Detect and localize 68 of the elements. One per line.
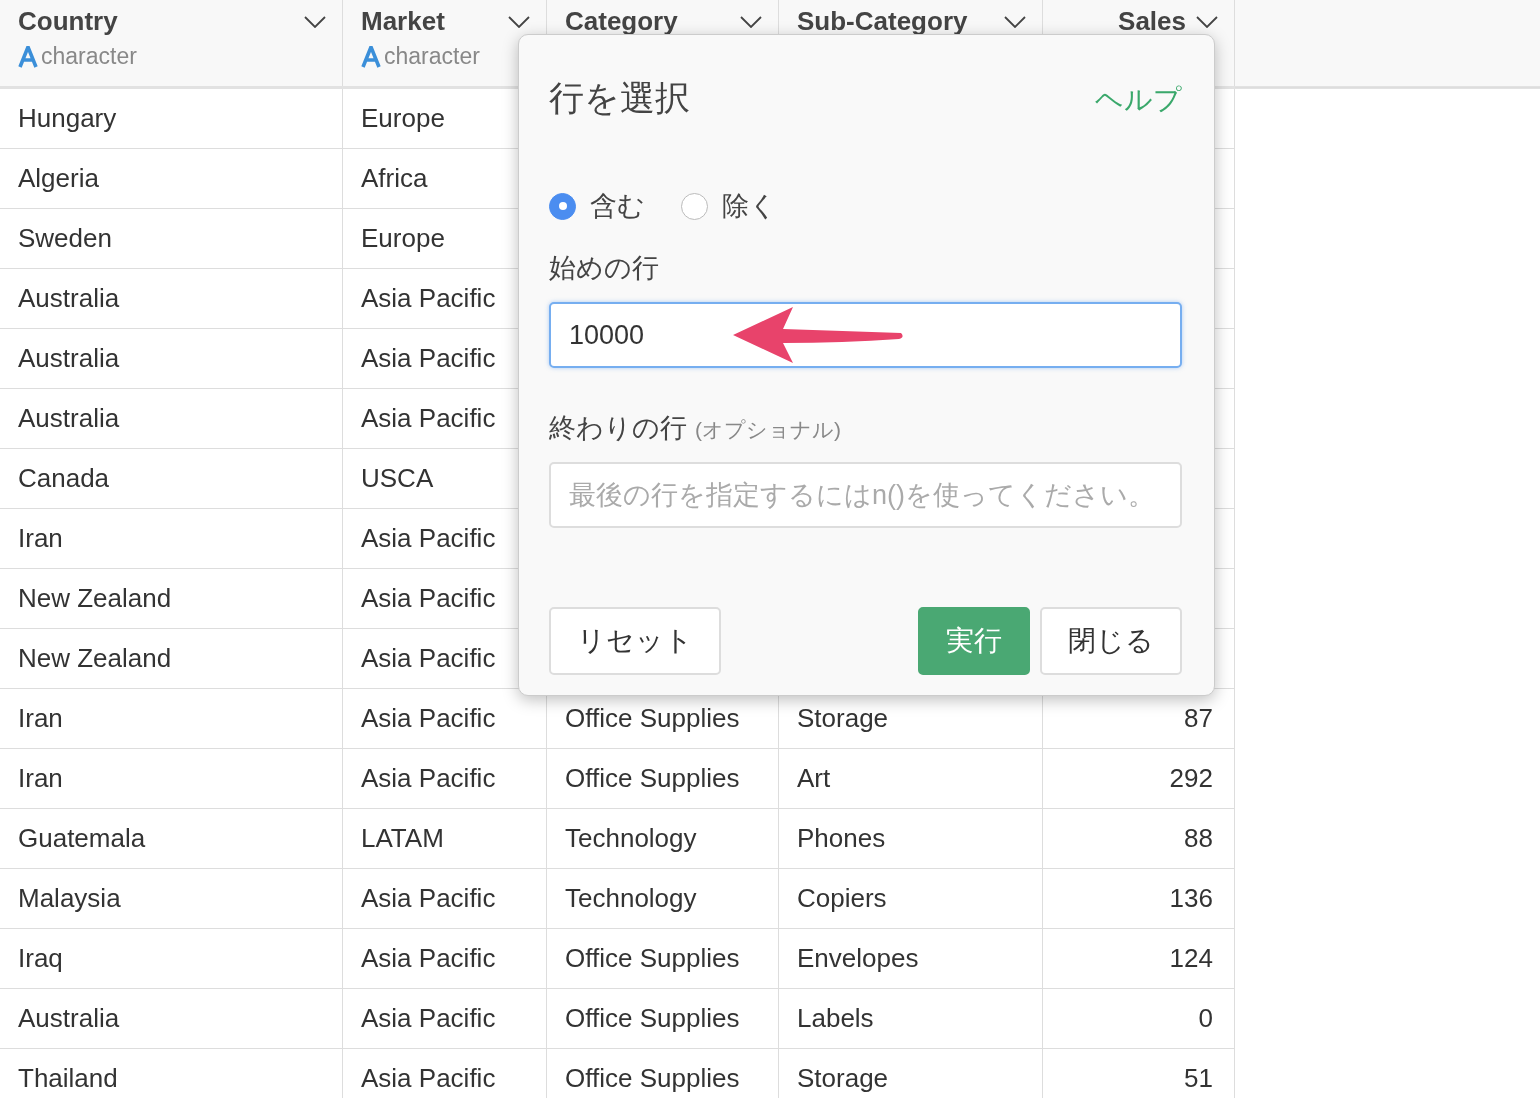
field-label: 始めの行 [549, 252, 659, 285]
table-cell: Technology [547, 869, 779, 929]
table-cell: Phones [779, 809, 1043, 869]
dialog-button[interactable]: 閉じる [1040, 607, 1182, 675]
letter-type-icon [18, 45, 38, 68]
table-cell: Canada [0, 449, 343, 509]
radio-button[interactable] [549, 192, 576, 220]
table-cell: Australia [0, 989, 343, 1049]
table-cell: Asia Pacific [343, 989, 547, 1049]
table-cell: Office Supplies [547, 929, 779, 989]
table-cell: 51 [1043, 1049, 1235, 1098]
table-cell: 292 [1043, 749, 1235, 809]
chevron-down-icon[interactable] [1196, 15, 1218, 28]
chevron-down-icon[interactable] [508, 15, 530, 28]
table-cell: 88 [1043, 809, 1235, 869]
radio-label[interactable]: 除く [722, 188, 777, 224]
table-cell: Thailand [0, 1049, 343, 1098]
column-name: Sales [1118, 6, 1186, 37]
chevron-down-icon[interactable] [304, 15, 326, 28]
table-cell: Iran [0, 509, 343, 569]
table-cell: Malaysia [0, 869, 343, 929]
optional-note: (オプショナル) [695, 417, 841, 443]
table-cell: Australia [0, 329, 343, 389]
table-cell: Storage [779, 1049, 1043, 1098]
table-cell: 0 [1043, 989, 1235, 1049]
table-cell: Iran [0, 689, 343, 749]
table-cell: LATAM [343, 809, 547, 869]
table-cell: Asia Pacific [343, 1049, 547, 1098]
table-cell: Australia [0, 389, 343, 449]
table-cell: Asia Pacific [343, 749, 547, 809]
table-cell: Sweden [0, 209, 343, 269]
end-row-field[interactable]: 最後の行を指定するにはn()を使ってください。 [549, 462, 1182, 528]
table-cell: Australia [0, 269, 343, 329]
table-cell: Iraq [0, 929, 343, 989]
table-cell: Technology [547, 809, 779, 869]
dialog-title: 行を選択 [549, 77, 690, 119]
table-cell: Office Supplies [547, 989, 779, 1049]
table-cell: Hungary [0, 89, 343, 149]
table-cell: Labels [779, 989, 1043, 1049]
column-name: Sub-Category [797, 6, 968, 37]
table-cell: 124 [1043, 929, 1235, 989]
chevron-down-icon[interactable] [740, 15, 762, 28]
radio-button[interactable] [681, 192, 708, 220]
table-cell: New Zealand [0, 569, 343, 629]
table-cell: Algeria [0, 149, 343, 209]
column-type: character [384, 43, 480, 70]
chevron-down-icon[interactable] [1004, 15, 1026, 28]
table-cell: Art [779, 749, 1043, 809]
table-cell: 136 [1043, 869, 1235, 929]
column-name: Country [18, 6, 118, 37]
start-row-field[interactable]: 10000 [549, 302, 1182, 368]
radio-label[interactable]: 含む [590, 188, 645, 224]
table-cell: Asia Pacific [343, 869, 547, 929]
column-header[interactable]: Country character [0, 0, 343, 86]
column-type: character [41, 43, 137, 70]
table-cell: Envelopes [779, 929, 1043, 989]
letter-type-icon [361, 45, 381, 68]
table-cell: Asia Pacific [343, 929, 547, 989]
table-cell: Copiers [779, 869, 1043, 929]
table-cell: Office Supplies [547, 749, 779, 809]
field-label: 終わりの行 [549, 412, 687, 445]
dialog-button[interactable]: リセット [549, 607, 721, 675]
column-name: Category [565, 6, 678, 37]
table-cell: Iran [0, 749, 343, 809]
table-cell: New Zealand [0, 629, 343, 689]
table-cell: Guatemala [0, 809, 343, 869]
table-cell: Office Supplies [547, 1049, 779, 1098]
column-name: Market [361, 6, 445, 37]
